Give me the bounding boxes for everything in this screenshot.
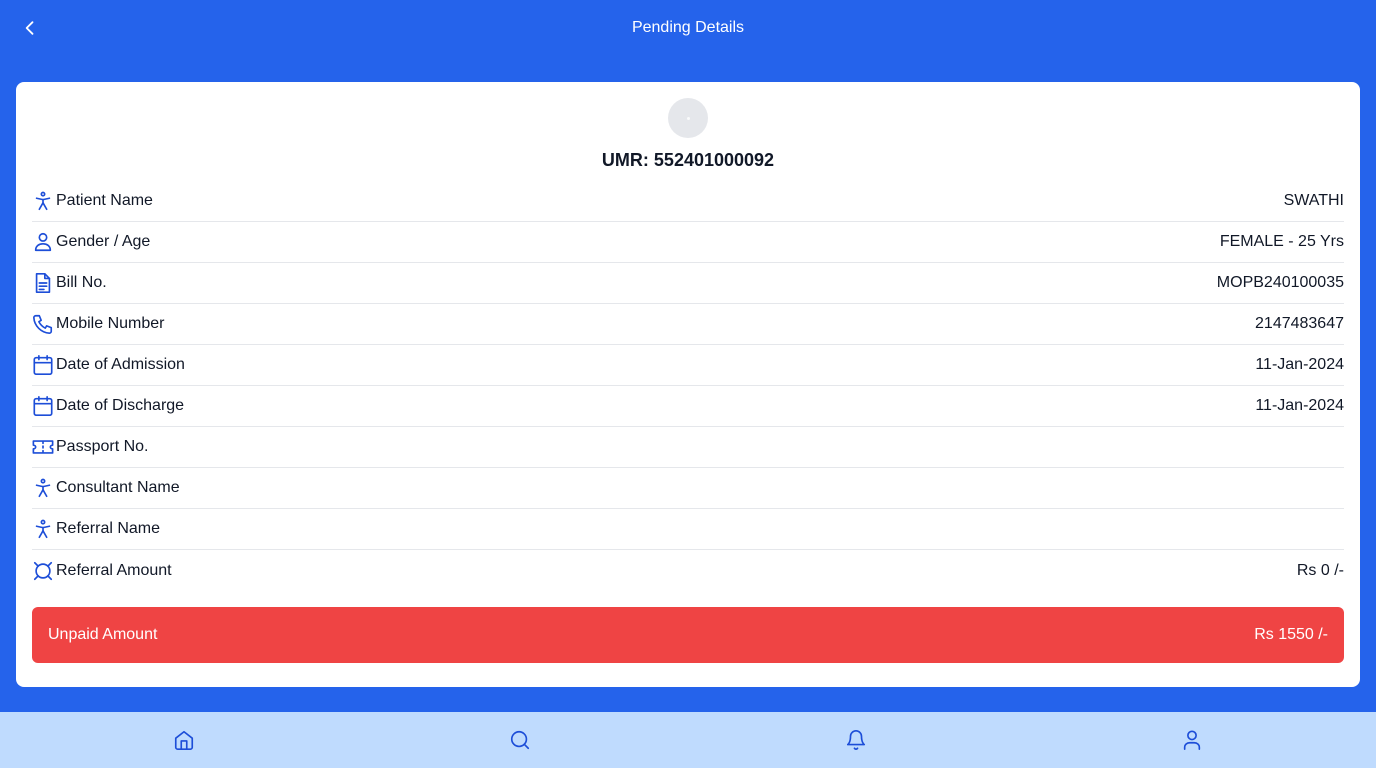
search-icon [510, 730, 530, 750]
detail-label: Bill No. [56, 274, 107, 291]
umr-value: 552401000092 [653, 150, 775, 170]
detail-row-passport-no: Passport No. [32, 427, 1344, 468]
detail-label: Referral Amount [56, 561, 172, 579]
person-standing-icon [32, 517, 56, 541]
detail-row-patient-name: Patient Name SWATHI [32, 181, 1344, 222]
bell-icon [846, 730, 866, 750]
detail-row-consultant-name: Consultant Name [32, 468, 1344, 509]
ticket-icon [32, 435, 56, 459]
detail-label: Date of Discharge [56, 397, 185, 414]
page-title: Pending Details [631, 19, 745, 36]
detail-label: Passport No. [56, 438, 149, 455]
umr-label: UMR: [601, 150, 649, 170]
detail-label: Gender / Age [56, 233, 151, 250]
top-app-bar: Pending Details [0, 0, 1376, 56]
user-icon [32, 230, 56, 254]
detail-row-date-of-admission: Date of Admission 11-Jan-2024 [32, 345, 1344, 386]
detail-value: 11-Jan-2024 [1255, 397, 1344, 414]
avatar [668, 98, 708, 138]
detail-label: Date of Admission [56, 356, 185, 373]
detail-value: SWATHI [1283, 192, 1344, 209]
bottom-navigation [0, 712, 1376, 768]
unpaid-amount-banner: Unpaid Amount Rs 1550 /- [32, 607, 1344, 663]
calendar-icon [32, 353, 56, 377]
nav-notifications-button[interactable] [844, 728, 868, 752]
unpaid-amount-label: Unpaid Amount [48, 626, 158, 643]
chevron-left-icon [25, 21, 34, 35]
detail-value: MOPB240100035 [1216, 274, 1344, 291]
detail-row-gender-age: Gender / Age FEMALE - 25 Yrs [32, 222, 1344, 263]
app: Pending Details UMR: 552401000092 Patient… [0, 0, 1376, 768]
detail-label: Mobile Number [56, 315, 165, 332]
detail-label: Patient Name [56, 192, 153, 209]
person-standing-icon [32, 189, 56, 213]
avatar-placeholder [686, 116, 690, 120]
detail-label: Consultant Name [56, 479, 180, 496]
umr-heading: UMR: 552401000092 [32, 149, 1344, 171]
nav-home-button[interactable] [172, 728, 196, 752]
details-list: Patient Name SWATHI Gender / Age FEMALE … [32, 181, 1344, 591]
unpaid-amount-value: Rs 1550 /- [1254, 626, 1328, 643]
detail-value: Rs 0 /- [1296, 561, 1344, 579]
nav-profile-button[interactable] [1180, 728, 1204, 752]
person-standing-icon [32, 476, 56, 500]
detail-value: 2147483647 [1255, 315, 1344, 332]
detail-row-date-of-discharge: Date of Discharge 11-Jan-2024 [32, 386, 1344, 427]
detail-row-bill-no: Bill No. MOPB240100035 [32, 263, 1344, 304]
phone-icon [32, 312, 56, 336]
currency-icon [32, 559, 56, 583]
back-button[interactable] [16, 14, 44, 42]
details-card: UMR: 552401000092 Patient Name SWATHI Ge… [16, 82, 1360, 687]
detail-value: FEMALE - 25 Yrs [1219, 233, 1344, 250]
calendar-icon [32, 394, 56, 418]
detail-label: Referral Name [56, 520, 161, 537]
home-icon [174, 730, 194, 750]
detail-row-mobile-number: Mobile Number 2147483647 [32, 304, 1344, 345]
detail-row-referral-name: Referral Name [32, 509, 1344, 550]
detail-value: 11-Jan-2024 [1255, 356, 1344, 373]
user-icon [1183, 730, 1201, 750]
nav-search-button[interactable] [508, 728, 532, 752]
detail-row-referral-amount: Referral Amount Rs 0 /- [32, 550, 1344, 591]
file-text-icon [32, 271, 56, 295]
